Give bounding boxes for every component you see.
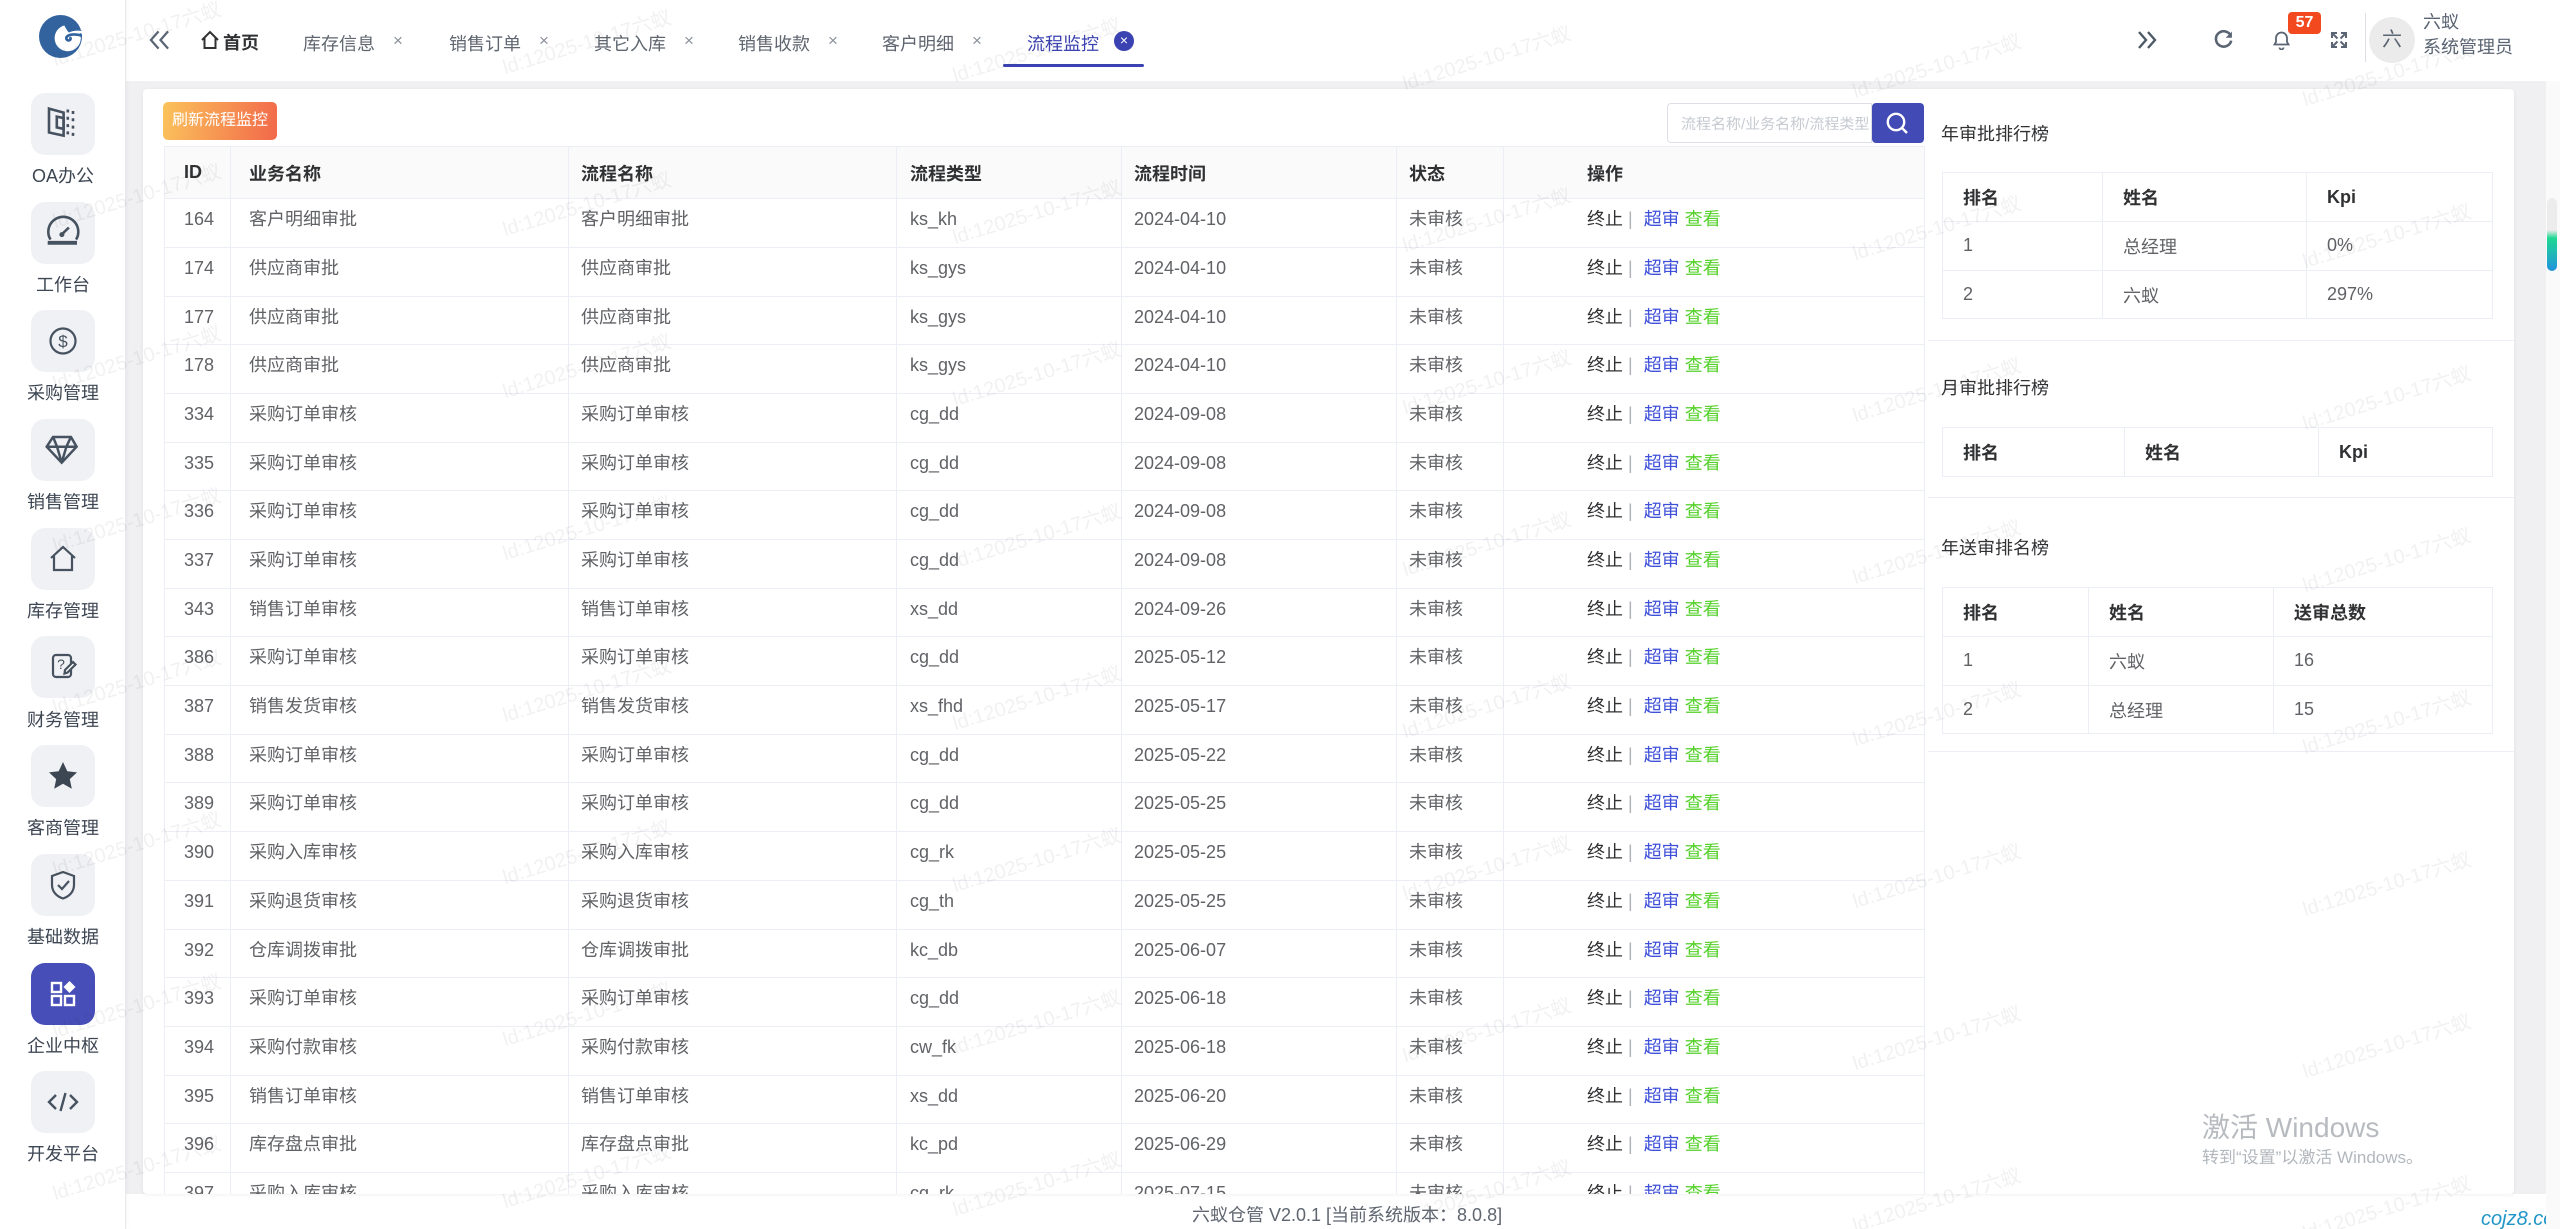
svg-text:?: ? [57,656,65,672]
svg-text:$: $ [58,332,68,351]
